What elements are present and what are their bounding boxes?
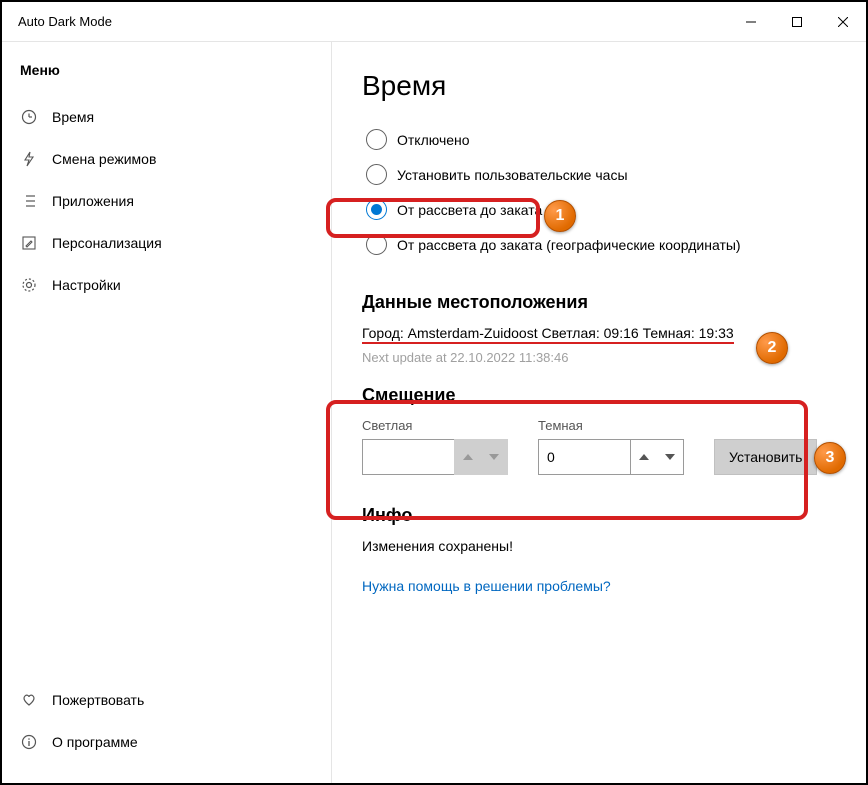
location-section: Данные местоположения Город: Amsterdam-Z… xyxy=(362,292,856,365)
app-window: Auto Dark Mode Меню Время xyxy=(0,0,868,785)
gear-icon xyxy=(20,276,38,294)
radio-label: Установить пользовательские часы xyxy=(397,167,628,183)
clock-icon xyxy=(20,108,38,126)
info-message: Изменения сохранены! xyxy=(362,538,856,554)
light-value: 09:16 xyxy=(604,325,639,341)
set-button[interactable]: Установить xyxy=(714,439,817,475)
light-label: Светлая: xyxy=(541,325,599,341)
help-link[interactable]: Нужна помощь в решении проблемы? xyxy=(362,578,611,594)
page-title: Время xyxy=(362,70,856,102)
spinner-up-button[interactable] xyxy=(455,440,481,474)
info-icon xyxy=(20,733,38,751)
window-controls xyxy=(728,6,866,38)
radio-label: От рассвета до заката xyxy=(397,202,542,218)
dark-value: 19:33 xyxy=(699,325,734,341)
spinner-down-button[interactable] xyxy=(657,440,683,474)
city-value: Amsterdam-Zuidoost xyxy=(408,325,538,341)
sidebar-item-donate[interactable]: Пожертвовать xyxy=(2,679,331,721)
sidebar-item-label: Приложения xyxy=(52,193,134,209)
sidebar-item-personalization[interactable]: Персонализация xyxy=(2,222,331,264)
offset-dark-label: Темная xyxy=(538,418,684,433)
offset-dark-input[interactable] xyxy=(538,439,630,475)
lightning-icon xyxy=(20,150,38,168)
radio-icon xyxy=(366,129,387,150)
info-heading: Инфо xyxy=(362,505,856,526)
close-button[interactable] xyxy=(820,6,866,38)
window-title: Auto Dark Mode xyxy=(18,14,112,29)
offset-light-spinner xyxy=(362,439,508,475)
radio-label: Отключено xyxy=(397,132,470,148)
spinner-up-button[interactable] xyxy=(631,440,657,474)
radio-disabled[interactable]: Отключено xyxy=(362,122,856,157)
sidebar-item-time[interactable]: Время xyxy=(2,96,331,138)
titlebar: Auto Dark Mode xyxy=(2,2,866,42)
offset-light-label: Светлая xyxy=(362,418,508,433)
next-update: Next update at 22.10.2022 11:38:46 xyxy=(362,350,856,365)
location-row: Город: Amsterdam-Zuidoost Светлая: 09:16… xyxy=(362,325,734,344)
radio-icon xyxy=(366,164,387,185)
city-label: Город: xyxy=(362,325,404,341)
sidebar-item-settings[interactable]: Настройки xyxy=(2,264,331,306)
sidebar-item-label: Персонализация xyxy=(52,235,162,251)
sidebar-item-about[interactable]: О программе xyxy=(2,721,331,763)
radio-group: Отключено Установить пользовательские ча… xyxy=(362,122,856,262)
maximize-button[interactable] xyxy=(774,6,820,38)
minimize-button[interactable] xyxy=(728,6,774,38)
dark-label: Темная: xyxy=(643,325,695,341)
info-section: Инфо Изменения сохранены! Нужна помощь в… xyxy=(362,505,856,594)
spinner-down-button[interactable] xyxy=(481,440,507,474)
sidebar-item-label: Пожертвовать xyxy=(52,692,144,708)
offset-dark-spinner xyxy=(538,439,684,475)
pencil-icon xyxy=(20,234,38,252)
sidebar-item-label: О программе xyxy=(52,734,138,750)
radio-label: От рассвета до заката (географические ко… xyxy=(397,237,741,253)
heart-icon xyxy=(20,691,38,709)
content: Время Отключено Установить пользовательс… xyxy=(332,42,866,783)
sidebar-item-label: Время xyxy=(52,109,94,125)
sidebar: Меню Время Смена режимов Приложения xyxy=(2,42,332,783)
sidebar-item-label: Настройки xyxy=(52,277,121,293)
sidebar-title: Меню xyxy=(2,62,331,96)
radio-sunset-geo[interactable]: От рассвета до заката (географические ко… xyxy=(362,227,856,262)
offset-heading: Смещение xyxy=(362,385,856,406)
location-heading: Данные местоположения xyxy=(362,292,856,313)
offset-section: Смещение Светлая xyxy=(362,385,856,475)
offset-light-input[interactable] xyxy=(362,439,454,475)
sidebar-item-apps[interactable]: Приложения xyxy=(2,180,331,222)
list-icon xyxy=(20,192,38,210)
radio-icon xyxy=(366,199,387,220)
sidebar-item-switch[interactable]: Смена режимов xyxy=(2,138,331,180)
radio-custom-hours[interactable]: Установить пользовательские часы xyxy=(362,157,856,192)
radio-icon xyxy=(366,234,387,255)
sidebar-item-label: Смена режимов xyxy=(52,151,156,167)
radio-sunset[interactable]: От рассвета до заката xyxy=(362,192,856,227)
